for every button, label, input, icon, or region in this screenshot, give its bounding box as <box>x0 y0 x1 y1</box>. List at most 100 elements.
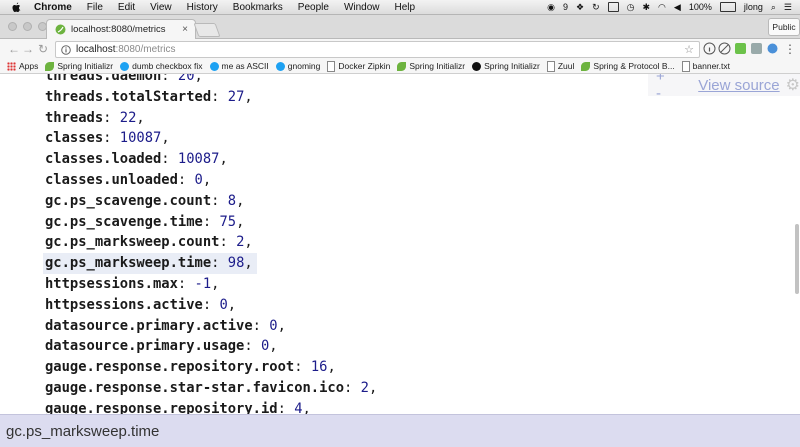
browser-toolbar: ← → ↻ localhost:8080/metrics ☆ ⋮ <box>0 39 800 59</box>
json-key: gauge.response.repository.id <box>45 400 278 414</box>
json-comma: , <box>211 275 220 292</box>
json-entry[interactable]: gc.ps_scavenge.count: 8, <box>45 191 377 212</box>
json-value: 20 <box>177 74 195 84</box>
tab-strip: localhost:8080/metrics × Public <box>0 15 800 39</box>
json-colon: : <box>177 275 195 292</box>
json-colon: : <box>244 338 261 355</box>
page-content: threads.daemon: 20, threads.totalStarted:… <box>0 74 800 414</box>
json-colon: : <box>211 88 228 105</box>
menu-help[interactable]: Help <box>395 2 416 13</box>
menu-window[interactable]: Window <box>344 2 380 13</box>
menu-bookmarks[interactable]: Bookmarks <box>233 2 283 13</box>
url-path: :8080/metrics <box>115 44 176 55</box>
menu-history[interactable]: History <box>187 2 218 13</box>
close-window-button[interactable] <box>8 22 17 31</box>
metrics-json-view: threads.daemon: 20, threads.totalStarted:… <box>43 74 377 414</box>
json-comma: , <box>161 130 170 147</box>
bookmark-item[interactable]: Spring & Protocol B... <box>581 61 675 71</box>
json-value: 8 <box>227 192 237 209</box>
info-extension-icon[interactable] <box>703 42 716 55</box>
close-icon[interactable]: × <box>182 24 188 35</box>
bookmark-star-icon[interactable]: ☆ <box>684 43 694 56</box>
tab-active[interactable]: localhost:8080/metrics × <box>46 19 196 39</box>
scrollbar[interactable] <box>795 224 799 294</box>
gear-icon[interactable]: ⚙ <box>786 75 800 95</box>
collapse-expand-controls[interactable]: + - <box>656 74 684 102</box>
bookmark-item[interactable]: banner.txt <box>681 60 730 72</box>
block-extension-icon[interactable] <box>718 42 731 55</box>
bookmark-item[interactable]: Spring Initializr <box>472 61 540 71</box>
page-info-icon[interactable] <box>61 44 71 55</box>
json-viewer-toolbar: + - View source ⚙ <box>648 74 800 102</box>
menu-file[interactable]: File <box>87 2 103 13</box>
new-tab-button[interactable] <box>193 23 221 37</box>
forward-arrow-icon[interactable]: → <box>22 42 34 56</box>
battery-icon[interactable] <box>719 2 736 12</box>
bookmark-item[interactable]: gnoming <box>275 61 320 71</box>
profile-button[interactable]: Public <box>768 18 800 36</box>
view-source-link[interactable]: View source <box>698 77 779 94</box>
json-entry[interactable]: classes: 10087, <box>45 128 377 149</box>
json-colon: : <box>252 317 270 334</box>
bookmark-item[interactable]: Spring Initializr <box>397 61 465 71</box>
bookmark-item[interactable]: dumb checkbox fix <box>120 61 203 71</box>
menu-app-name[interactable]: Chrome <box>34 2 72 13</box>
wifi-icon[interactable]: ◠ <box>658 2 666 13</box>
spring-leaf-icon <box>45 61 55 71</box>
json-entry[interactable]: datasource.primary.usage: 0, <box>45 336 377 357</box>
bluetooth-icon[interactable]: ✱ <box>643 2 651 13</box>
bookmark-item[interactable]: me as ASCII <box>209 61 269 71</box>
bookmark-apps[interactable]: Apps <box>7 61 38 71</box>
json-key: threads.daemon <box>45 74 162 84</box>
volume-icon[interactable]: ◀ <box>674 2 681 13</box>
list-icon[interactable]: ☰ <box>784 2 792 13</box>
feedly-extension-icon[interactable] <box>734 42 747 55</box>
search-icon[interactable]: ⌕ <box>771 2 776 13</box>
color-extension-icon[interactable] <box>750 42 763 55</box>
minimize-window-button[interactable] <box>23 22 32 31</box>
json-entry[interactable]: threads.daemon: 20, <box>45 74 377 87</box>
json-entry[interactable]: classes.loaded: 10087, <box>45 149 377 170</box>
menu-dots-icon[interactable]: ⋮ <box>784 42 796 56</box>
json-entry[interactable]: httpsessions.max: -1, <box>45 274 377 295</box>
menu-bar: Chrome File Edit View History Bookmarks … <box>0 0 800 15</box>
apple-icon[interactable] <box>12 2 24 13</box>
bookmark-item[interactable]: Zuul <box>546 60 574 72</box>
json-entry[interactable]: threads: 22, <box>45 108 377 129</box>
user-name[interactable]: jlong <box>744 2 763 12</box>
json-key: gauge.response.star-star.favicon.ico <box>45 379 345 396</box>
page-icon <box>327 60 336 72</box>
sync-icon[interactable]: ↻ <box>592 2 600 13</box>
notification-icon[interactable]: ◉ <box>547 2 555 13</box>
json-colon: : <box>211 255 228 272</box>
json-entry[interactable]: httpsessions.active: 0, <box>45 295 377 316</box>
time-machine-icon[interactable]: ◷ <box>627 2 635 13</box>
json-entry[interactable]: classes.unloaded: 0, <box>45 170 377 191</box>
address-bar[interactable]: localhost:8080/metrics ☆ <box>55 41 700 58</box>
json-comma: , <box>244 234 253 251</box>
json-entry[interactable]: datasource.primary.active: 0, <box>45 316 377 337</box>
json-entry[interactable]: gauge.response.star-star.favicon.ico: 2, <box>45 378 377 399</box>
json-entry[interactable]: gc.ps_marksweep.count: 2, <box>45 232 377 253</box>
json-entry[interactable]: gc.ps_marksweep.time: 98, <box>43 253 377 274</box>
bookmark-item[interactable]: Spring Initializr <box>45 61 113 71</box>
json-value: 22 <box>119 109 137 126</box>
menu-edit[interactable]: Edit <box>118 2 135 13</box>
json-entry[interactable]: gauge.response.repository.id: 4, <box>45 399 377 414</box>
dropbox-icon[interactable]: ❖ <box>576 2 584 13</box>
json-entry[interactable]: gauge.response.repository.root: 16, <box>45 357 377 378</box>
json-comma: , <box>302 400 311 414</box>
json-entry[interactable]: gc.ps_scavenge.time: 75, <box>45 212 377 233</box>
json-comma: , <box>136 109 145 126</box>
menu-view[interactable]: View <box>150 2 172 13</box>
bookmark-item[interactable]: Docker Zipkin <box>327 60 390 72</box>
back-arrow-icon[interactable]: ← <box>8 42 20 56</box>
reload-icon[interactable]: ↻ <box>38 42 48 56</box>
json-value: 16 <box>310 359 328 376</box>
json-key: gc.ps_marksweep.time <box>45 255 212 272</box>
json-key: gc.ps_marksweep.count <box>45 234 220 251</box>
dot-extension-icon[interactable] <box>766 42 779 55</box>
json-entry[interactable]: threads.totalStarted: 27, <box>45 87 377 108</box>
window-icon[interactable] <box>607 2 619 12</box>
menu-people[interactable]: People <box>298 2 329 13</box>
